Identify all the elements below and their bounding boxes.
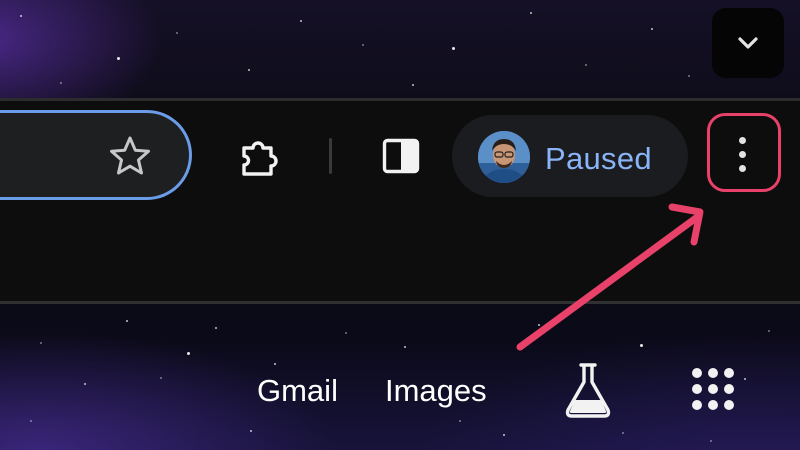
flask-icon[interactable] (560, 360, 616, 420)
star (40, 342, 42, 344)
star (345, 332, 347, 334)
menu-dot (739, 137, 746, 144)
star (640, 344, 643, 347)
star (248, 69, 250, 71)
toolbar-divider (329, 138, 332, 174)
star (538, 324, 540, 326)
star (404, 346, 406, 348)
address-bar[interactable] (0, 110, 192, 200)
puzzle-piece-icon[interactable] (238, 136, 284, 178)
star (215, 327, 217, 329)
tab-search-button[interactable] (712, 8, 784, 78)
gmail-link[interactable]: Gmail (257, 371, 338, 411)
images-link[interactable]: Images (385, 371, 487, 411)
star (768, 330, 770, 332)
menu-dot (739, 151, 746, 158)
star (362, 44, 364, 46)
star-outline-icon[interactable] (108, 134, 152, 178)
menu-dot (739, 165, 746, 172)
star (30, 420, 32, 422)
star (744, 378, 746, 380)
star (160, 377, 162, 379)
star (622, 432, 624, 434)
star (250, 430, 252, 432)
star (503, 434, 505, 436)
star (274, 363, 276, 365)
star (300, 20, 302, 22)
apps-grid-icon[interactable] (690, 366, 736, 412)
star (60, 82, 62, 84)
chevron-down-icon (738, 37, 758, 49)
side-panel-icon[interactable] (382, 138, 420, 174)
star (452, 47, 455, 50)
star (651, 28, 653, 30)
star (20, 15, 22, 17)
star (688, 75, 690, 77)
star (126, 320, 128, 322)
star (412, 84, 414, 86)
avatar-image (478, 131, 530, 183)
star (459, 420, 461, 422)
star (117, 57, 120, 60)
star (176, 32, 178, 34)
star (585, 64, 587, 66)
profile-avatar[interactable] (478, 131, 530, 183)
star (84, 383, 86, 385)
star (710, 440, 712, 442)
profile-status-label[interactable]: Paused (545, 139, 652, 179)
star (187, 352, 190, 355)
star (530, 12, 532, 14)
